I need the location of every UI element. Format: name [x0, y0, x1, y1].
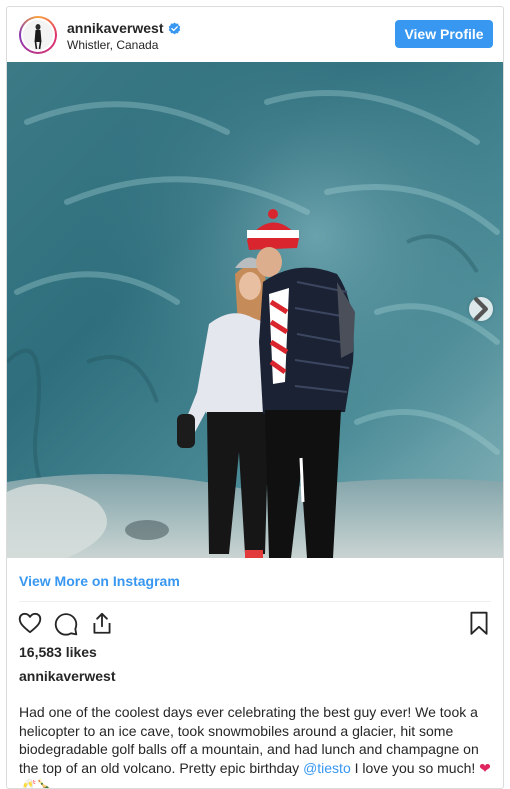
next-photo-button[interactable]: [469, 297, 493, 321]
post-header: annikaverwest Whistler, Canada View Prof…: [7, 7, 503, 62]
caption-text-end: I love you so much!: [350, 759, 480, 776]
view-more-link[interactable]: View More on Instagram: [19, 573, 180, 589]
comment-icon[interactable]: [53, 610, 79, 636]
heart-icon[interactable]: [17, 610, 43, 636]
ice-cave-photo: [7, 62, 503, 558]
post-photo[interactable]: [7, 62, 503, 558]
caption-username[interactable]: annikaverwest: [19, 668, 116, 684]
post-actions: [17, 610, 115, 636]
chevron-right-icon: [474, 297, 488, 321]
post-caption: Had one of the coolest days ever celebra…: [19, 703, 493, 788]
location-link[interactable]: Whistler, Canada: [67, 38, 158, 52]
like-count[interactable]: 16,583 likes: [19, 644, 97, 660]
view-profile-button[interactable]: View Profile: [395, 20, 493, 48]
divider: [19, 601, 491, 602]
mention-link[interactable]: @tiesto: [303, 760, 351, 776]
share-icon[interactable]: [89, 610, 115, 636]
bookmark-icon[interactable]: [467, 610, 491, 636]
username-link[interactable]: annikaverwest: [67, 20, 164, 36]
instagram-embed-card: annikaverwest Whistler, Canada View Prof…: [6, 6, 504, 789]
verified-badge-icon: [168, 22, 180, 34]
avatar-image: [21, 18, 55, 52]
profile-avatar[interactable]: [19, 16, 57, 54]
username-row: annikaverwest: [67, 20, 181, 36]
